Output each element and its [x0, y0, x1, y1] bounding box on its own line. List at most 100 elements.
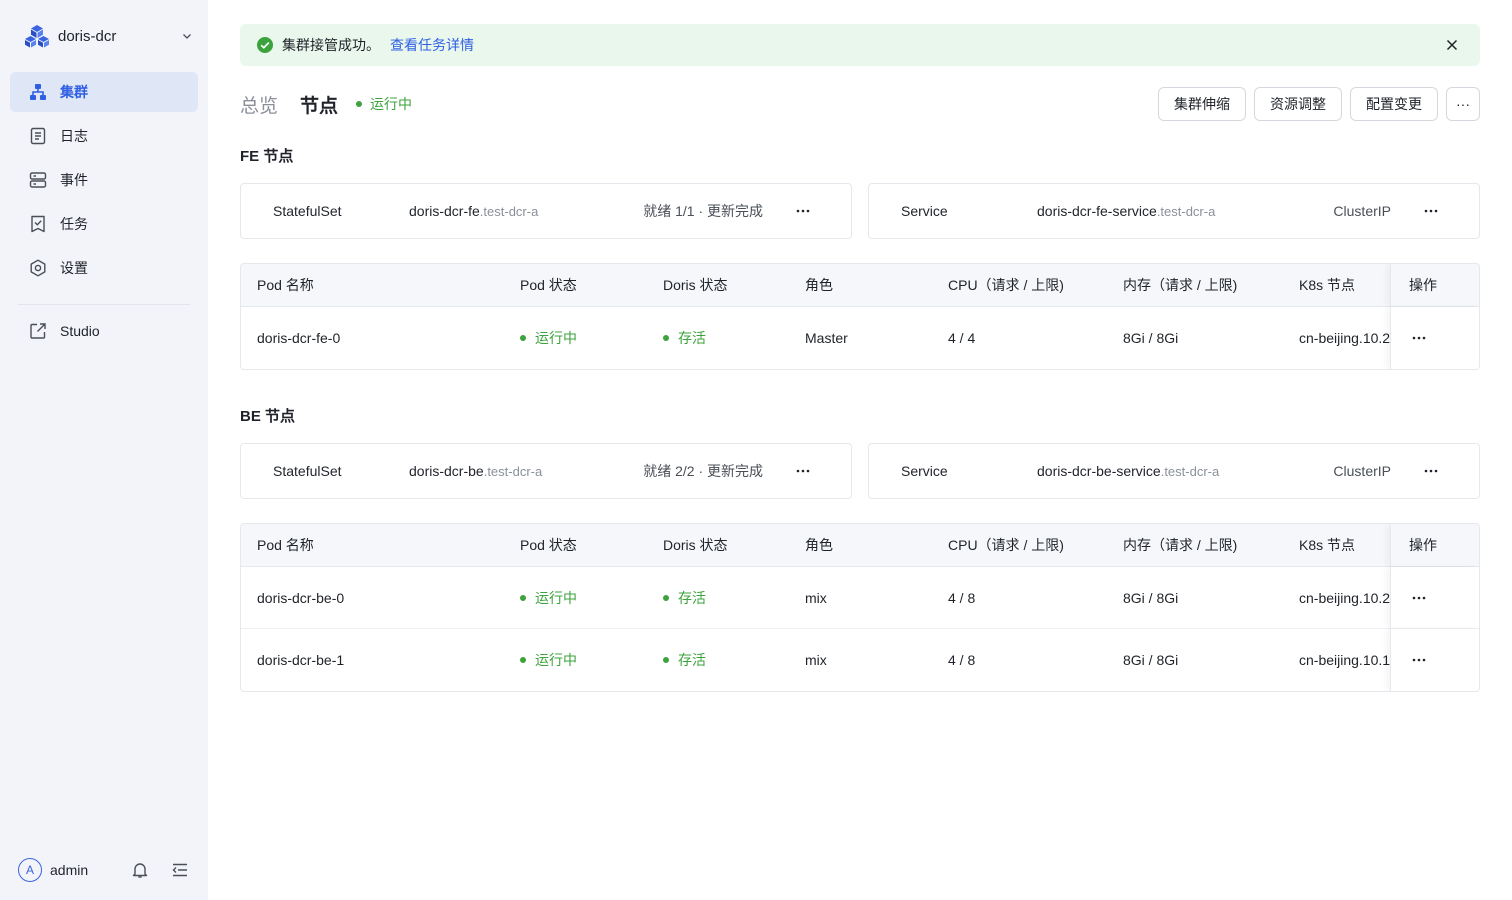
- event-icon: [28, 170, 48, 190]
- namespace-text: .test-dcr-a: [1156, 204, 1216, 219]
- statefulset-status: 就绪 1/1 · 更新完成: [643, 203, 763, 219]
- service-name: doris-dcr-fe-service.test-dcr-a: [1037, 203, 1215, 219]
- pod-memory: 8Gi / 8Gi: [1123, 652, 1179, 668]
- sidebar-footer: A admin: [18, 857, 190, 883]
- sidebar-item-label: 集群: [60, 84, 88, 100]
- column-header: 角色: [805, 277, 833, 293]
- doris-status-text: 存活: [678, 589, 706, 606]
- sidebar-item-settings[interactable]: 设置: [10, 248, 198, 288]
- avatar[interactable]: A: [18, 858, 42, 882]
- task-icon: [28, 214, 48, 234]
- column-header: CPU（请求 / 上限): [948, 537, 1064, 553]
- cluster-icon: [28, 82, 48, 102]
- service-name-text: doris-dcr-fe-service: [1037, 203, 1157, 219]
- view-task-link[interactable]: 查看任务详情: [390, 35, 474, 55]
- status-text: 运行中: [370, 96, 413, 112]
- pod-status-text: 运行中: [535, 652, 577, 668]
- bell-icon[interactable]: [130, 860, 150, 880]
- more-icon[interactable]: [1421, 464, 1441, 478]
- cluster-status: 运行中: [356, 94, 412, 114]
- statefulset-name: doris-dcr-fe.test-dcr-a: [409, 203, 538, 219]
- cluster-name: doris-dcr: [58, 27, 117, 45]
- statefulset-label: StatefulSet: [273, 203, 342, 219]
- scale-cluster-button[interactable]: 集群伸缩: [1158, 87, 1246, 121]
- table-row: doris-dcr-fe-0 运行中 存活 Master 4 / 4 8Gi /…: [241, 307, 1479, 369]
- column-header: 操作: [1390, 524, 1479, 566]
- sidebar-nav: 集群 日志 事件 任务 设置: [10, 72, 198, 292]
- pod-name: doris-dcr-be-1: [257, 652, 345, 668]
- table-row: doris-dcr-be-0 运行中 存活 mix 4 / 8 8Gi / 8G…: [241, 567, 1479, 629]
- change-config-button[interactable]: 配置变更: [1350, 87, 1438, 121]
- adjust-resources-button[interactable]: 资源调整: [1254, 87, 1342, 121]
- fe-section-title: FE 节点: [240, 148, 294, 165]
- pod-role: Master: [805, 330, 848, 346]
- cluster-switcher[interactable]: doris-dcr: [24, 22, 194, 50]
- table-header: Pod 名称 Pod 状态 Doris 状态 角色 CPU（请求 / 上限) 内…: [241, 524, 1479, 567]
- column-header: Pod 名称: [257, 277, 314, 293]
- sidebar-divider: [18, 304, 190, 305]
- pod-cpu: 4 / 8: [948, 589, 976, 606]
- row-actions: [1390, 567, 1479, 628]
- tab-nodes[interactable]: 节点: [300, 91, 338, 118]
- alert-message: 集群接管成功。: [282, 37, 380, 53]
- statefulset-name-text: doris-dcr-be: [409, 463, 484, 479]
- more-icon[interactable]: [1409, 653, 1429, 667]
- pod-cpu: 4 / 4: [948, 330, 976, 346]
- check-circle-icon: [257, 37, 273, 53]
- status-dot: [663, 335, 669, 341]
- fe-statefulset-card: StatefulSet doris-dcr-fe.test-dcr-a 就绪 1…: [240, 183, 852, 239]
- column-header: K8s 节点: [1299, 537, 1356, 553]
- pod-cpu: 4 / 8: [948, 652, 976, 668]
- pod-name: doris-dcr-be-0: [257, 589, 345, 606]
- row-actions: [1390, 307, 1479, 369]
- service-name: doris-dcr-be-service.test-dcr-a: [1037, 463, 1219, 479]
- more-icon[interactable]: [793, 204, 813, 218]
- close-icon[interactable]: [1444, 37, 1460, 53]
- sidebar-item-studio[interactable]: Studio: [10, 311, 198, 351]
- tab-overview[interactable]: 总览: [240, 91, 278, 118]
- column-header: 角色: [805, 537, 833, 553]
- pod-status-text: 运行中: [535, 589, 577, 606]
- more-icon[interactable]: [1409, 591, 1429, 605]
- pod-k8s-node: cn-beijing.10.1: [1299, 652, 1390, 668]
- more-icon[interactable]: [1421, 204, 1441, 218]
- service-type: ClusterIP: [1333, 463, 1391, 479]
- pod-status: 运行中: [520, 629, 650, 691]
- sidebar-item-log[interactable]: 日志: [10, 116, 198, 156]
- status-dot: [520, 335, 526, 341]
- more-actions-button[interactable]: ···: [1446, 87, 1480, 121]
- column-header: Doris 状态: [663, 277, 728, 293]
- fe-pods-table: Pod 名称 Pod 状态 Doris 状态 角色 CPU（请求 / 上限) 内…: [240, 263, 1480, 370]
- namespace-text: .test-dcr-a: [1160, 464, 1220, 479]
- collapse-menu-icon[interactable]: [170, 860, 190, 880]
- statefulset-label: StatefulSet: [273, 463, 342, 479]
- status-dot: [663, 594, 669, 601]
- status-dot: [663, 657, 669, 663]
- external-link-icon: [28, 321, 48, 341]
- sidebar-item-label: 日志: [60, 128, 88, 144]
- sidebar: doris-dcr 集群 日志 事件 任务 设置 Studio A admin: [0, 0, 208, 900]
- sidebar-item-cluster[interactable]: 集群: [10, 72, 198, 112]
- sidebar-item-label: Studio: [60, 323, 100, 339]
- be-service-card: Service doris-dcr-be-service.test-dcr-a …: [868, 443, 1480, 499]
- sidebar-item-label: 设置: [60, 260, 88, 276]
- column-header: Pod 名称: [257, 537, 314, 553]
- pod-status: 运行中: [520, 307, 650, 369]
- column-header: 内存（请求 / 上限): [1123, 277, 1238, 293]
- sidebar-item-label: 事件: [60, 172, 88, 188]
- sidebar-item-event[interactable]: 事件: [10, 160, 198, 200]
- column-header: CPU（请求 / 上限): [948, 277, 1064, 293]
- sidebar-item-label: 任务: [60, 216, 88, 232]
- pod-role: mix: [805, 652, 827, 668]
- cluster-logo-icon: [25, 25, 49, 48]
- be-pods-table: Pod 名称 Pod 状态 Doris 状态 角色 CPU（请求 / 上限) 内…: [240, 523, 1480, 692]
- service-type: ClusterIP: [1333, 203, 1391, 219]
- page-tabs: 总览 节点 运行中: [240, 88, 412, 120]
- fe-service-card: Service doris-dcr-fe-service.test-dcr-a …: [868, 183, 1480, 239]
- pod-name: doris-dcr-fe-0: [257, 330, 341, 346]
- sidebar-item-task[interactable]: 任务: [10, 204, 198, 244]
- more-icon[interactable]: [793, 464, 813, 478]
- username[interactable]: admin: [50, 862, 110, 878]
- more-icon[interactable]: [1409, 331, 1429, 345]
- table-row: doris-dcr-be-1 运行中 存活 mix 4 / 8 8Gi / 8G…: [241, 629, 1479, 691]
